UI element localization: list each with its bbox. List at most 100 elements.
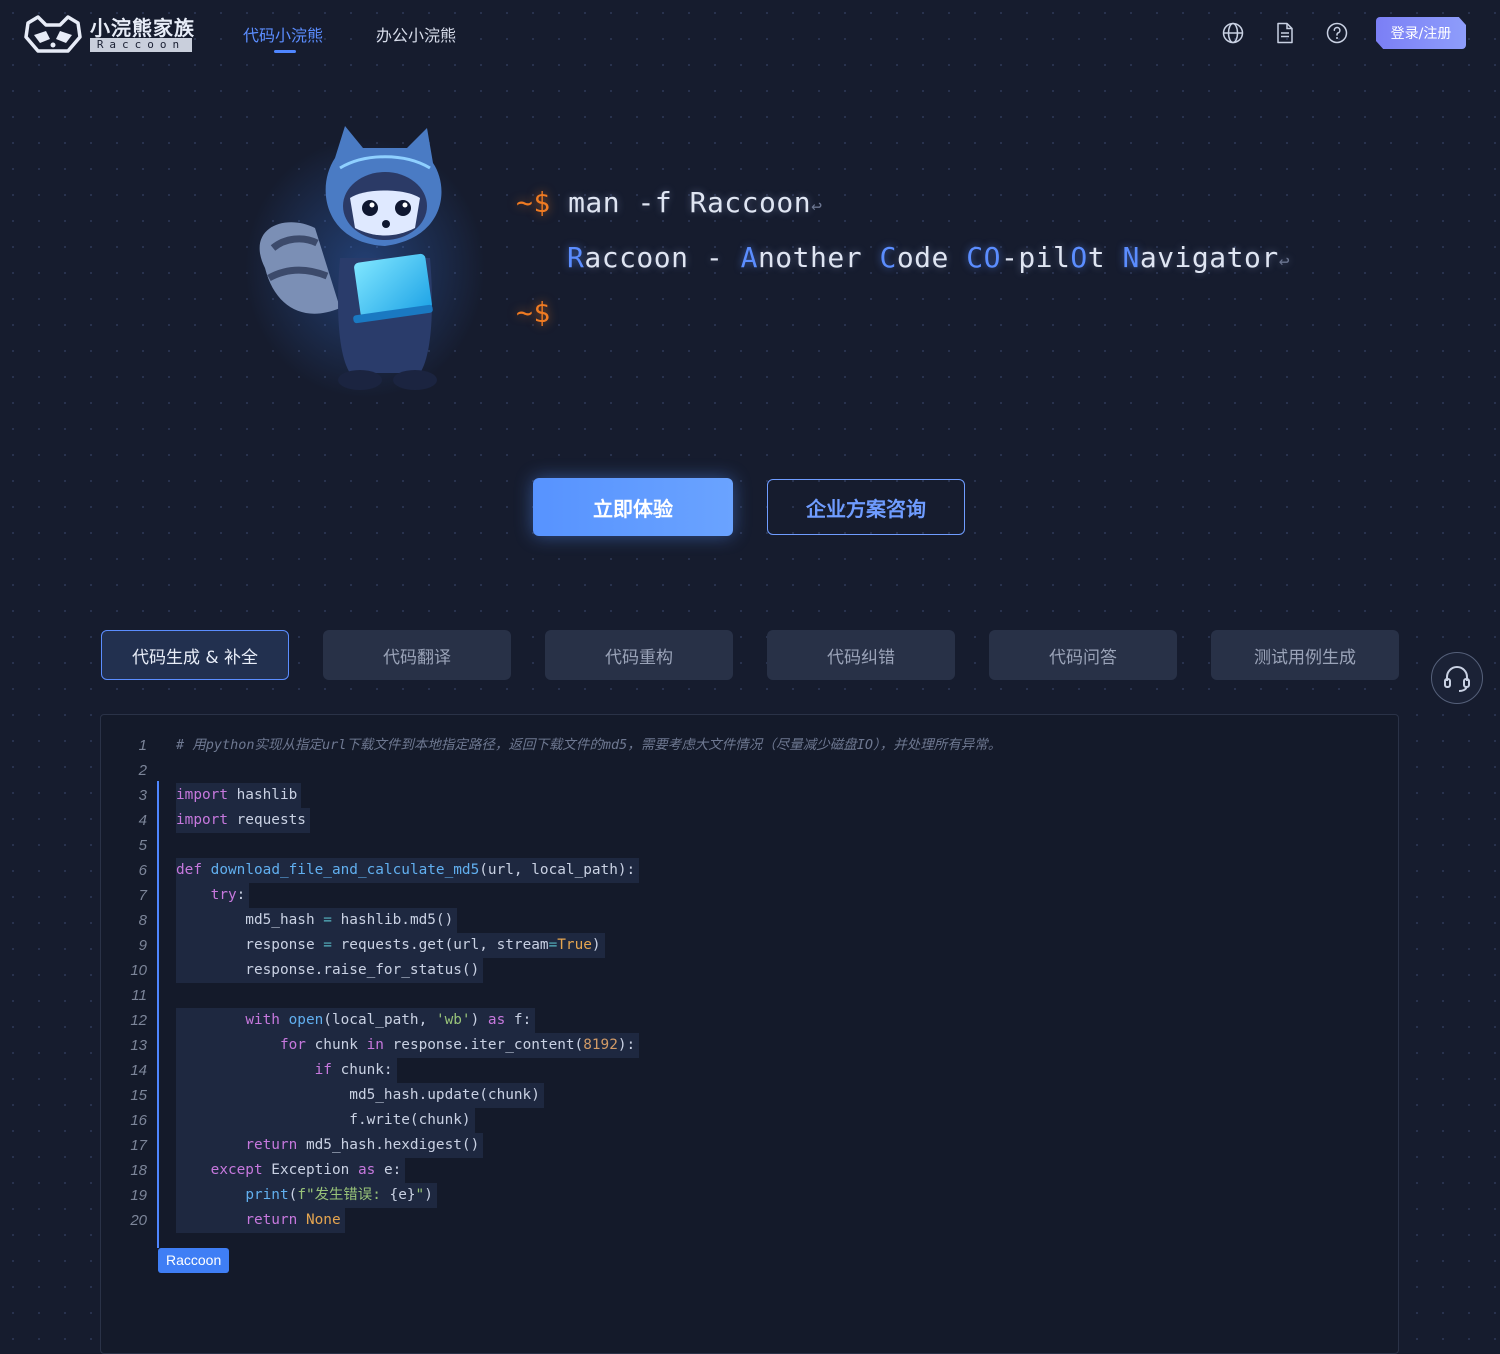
line-number: 10 (130, 962, 147, 979)
nav-tab-code-raccoon[interactable]: 代码小浣熊 (243, 22, 323, 46)
code-demo-panel: 1 # 用python实现从指定url下载文件到本地指定路径，返回下载文件的md5… (100, 714, 1399, 1354)
code-token: try (210, 887, 237, 903)
code-text: for chunk in response.iter_content(8192)… (176, 1033, 640, 1058)
code-text: return None (176, 1208, 345, 1233)
code-token: if (314, 1062, 332, 1078)
description-part: -pil (1000, 241, 1071, 274)
code-token: import (176, 787, 228, 803)
code-token: ): (617, 1037, 636, 1053)
tab-test-case-generation[interactable]: 测试用例生成 (1211, 630, 1399, 680)
description-part: O (1070, 241, 1088, 274)
line-number: 2 (138, 762, 147, 779)
enterprise-consult-button[interactable]: 企业方案咨询 (767, 479, 965, 535)
code-token: except (210, 1162, 263, 1178)
line-number: 13 (130, 1037, 147, 1054)
tab-code-qa[interactable]: 代码问答 (989, 630, 1177, 680)
code-token: ) (424, 1187, 433, 1203)
raccoon-mascot-image (245, 126, 485, 398)
description-part: ode (896, 241, 967, 274)
terminal-line-command: ~$ man -f Raccoon↩ (516, 186, 822, 219)
code-token: : (236, 887, 246, 903)
logo-chinese-text: 小浣熊家族 (90, 16, 195, 40)
code-token: md5_hash.hexdigest() (297, 1137, 480, 1153)
line-number: 16 (130, 1112, 147, 1129)
code-token: import (176, 812, 228, 828)
code-text: # 用python实现从指定url下载文件到本地指定路径，返回下载文件的md5，… (176, 733, 1005, 758)
line-number: 8 (138, 912, 147, 929)
description-part: t (1087, 241, 1123, 274)
code-token: print (245, 1187, 289, 1203)
code-token: = (323, 937, 332, 953)
line-number: 14 (130, 1062, 147, 1079)
login-register-button[interactable]: 登录/注册 (1376, 17, 1466, 49)
code-text: response.raise_for_status() (176, 958, 484, 983)
code-text: print(f"发生错误: {e}") (176, 1183, 437, 1208)
terminal-prompt: ~$ (516, 186, 551, 219)
customer-support-button[interactable] (1431, 652, 1483, 704)
line-number: 15 (130, 1087, 147, 1104)
code-text: md5_hash.update(chunk) (176, 1083, 544, 1108)
code-token: def (176, 862, 202, 878)
code-token: return (245, 1137, 298, 1153)
try-now-button[interactable]: 立即体验 (533, 478, 733, 536)
code-text: with open(local_path, 'wb') as f: (176, 1008, 536, 1033)
description-part: C (879, 241, 897, 274)
code-token: f.write(chunk) (176, 1112, 471, 1128)
line-number: 6 (138, 862, 147, 879)
code-token: (url, local_path): (479, 862, 636, 878)
description-part: CO (966, 241, 1001, 274)
ai-generated-indicator-bar (157, 781, 159, 1248)
code-token: md5_hash (176, 912, 324, 928)
code-token: response.raise_for_status() (176, 962, 480, 978)
code-token: " (415, 1187, 425, 1203)
code-token: return (245, 1212, 298, 1228)
line-number: 1 (138, 737, 147, 754)
line-number: 17 (130, 1137, 147, 1154)
nav-tab-office-raccoon[interactable]: 办公小浣熊 (376, 22, 456, 46)
code-token: ) (470, 1012, 488, 1028)
code-token: response (176, 937, 324, 953)
brand-logo[interactable]: 小浣熊家族 Raccoon (24, 12, 196, 56)
return-symbol: ↩ (1278, 251, 1291, 272)
code-token: True (557, 937, 592, 953)
globe-icon[interactable] (1221, 21, 1245, 45)
line-number: 7 (138, 887, 147, 904)
description-part: R (567, 241, 585, 274)
tab-code-translation[interactable]: 代码翻译 (323, 630, 511, 680)
code-text: try: (176, 883, 250, 908)
code-token: download_file_and_calculate_md5 (210, 862, 480, 878)
code-text: f.write(chunk) (176, 1108, 475, 1133)
code-token: # 用python实现从指定url下载文件到本地指定路径，返回下载文件的md5，… (176, 737, 1002, 753)
top-header: 小浣熊家族 Raccoon 代码小浣熊 办公小浣熊 登录/注册 (0, 0, 1500, 68)
code-text: if chunk: (176, 1058, 397, 1083)
code-token: md5_hash.update(chunk) (176, 1087, 540, 1103)
code-text: def download_file_and_calculate_md5(url,… (176, 858, 640, 883)
tab-code-fix[interactable]: 代码纠错 (767, 630, 955, 680)
tab-code-refactor[interactable]: 代码重构 (545, 630, 733, 680)
code-token: for (279, 1037, 306, 1053)
description-part: accoon - (584, 241, 741, 274)
code-token: Exception (262, 1162, 358, 1178)
description-part: N (1122, 241, 1140, 274)
document-icon[interactable] (1273, 21, 1297, 45)
code-token: f: (505, 1012, 532, 1028)
raccoon-ai-badge: Raccoon (158, 1248, 230, 1273)
tab-code-generation[interactable]: 代码生成 & 补全 (101, 630, 289, 680)
code-text: md5_hash = hashlib.md5() (176, 908, 458, 933)
line-number: 20 (130, 1212, 147, 1229)
code-token: as (357, 1162, 376, 1178)
terminal-command: man -f Raccoon (568, 186, 812, 219)
code-token: hashlib (227, 787, 298, 803)
code-token: ( (288, 1187, 298, 1203)
help-icon[interactable] (1325, 21, 1349, 45)
description-part: avigator (1139, 241, 1279, 274)
line-number: 5 (138, 837, 147, 854)
